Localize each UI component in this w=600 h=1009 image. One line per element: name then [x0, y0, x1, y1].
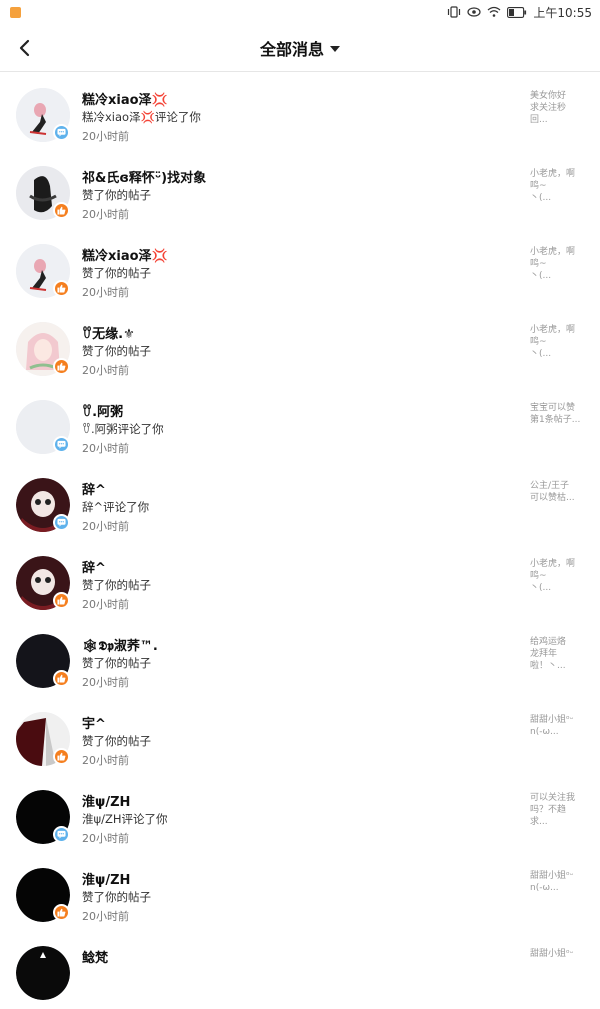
message-item[interactable]: 辞^ 辞^评论了你 20小时前 公主/王子 可以赞枯... [0, 463, 600, 541]
sender-name[interactable]: 🕸𝕯𝖕淑荞™. [82, 635, 158, 654]
post-preview[interactable]: 小老虎，啊 鸣~ 丶(... [530, 246, 586, 284]
post-preview[interactable]: 美女你好 求关注秒 回... [530, 90, 586, 128]
message-action: 赞了你的帖子 [82, 266, 151, 280]
message-action: 糕冷xiao泽💢评论了你 [82, 110, 201, 124]
message-time: 20小时前 [82, 754, 129, 767]
like-badge-icon [53, 904, 70, 921]
message-action: 辞^评论了你 [82, 500, 150, 514]
message-time: 20小时前 [82, 676, 129, 689]
sender-name[interactable]: 糕冷xiao泽💢 [82, 89, 168, 108]
sender-name[interactable]: 鲶梵 [82, 947, 108, 966]
caret-down-icon [330, 45, 340, 52]
message-time: 20小时前 [82, 598, 129, 611]
post-preview[interactable]: 甜甜小姐ᵒᵕ n(-ω... [530, 714, 586, 752]
message-list: 糕冷xiao泽💢 糕冷xiao泽💢评论了你 20小时前 美女你好 求关注秒 回... 祁… [0, 73, 600, 1009]
sender-name[interactable]: ꀎ.阿粥 [82, 401, 123, 420]
notification-app-icon [10, 6, 21, 18]
status-time: 上午10:55 [533, 5, 592, 20]
message-time: 20小时前 [82, 520, 129, 533]
sender-name[interactable]: ꀎ无缘.⚜ [82, 323, 135, 342]
like-badge-icon [53, 748, 70, 765]
post-preview[interactable]: 小老虎，啊 鸣~ 丶(... [530, 168, 586, 206]
message-action: 赞了你的帖子 [82, 578, 151, 592]
message-item[interactable]: 🕸𝕯𝖕淑荞™. 赞了你的帖子 20小时前 给鸡运烙 龙拜年 啦！丶... [0, 619, 600, 697]
post-preview[interactable]: 小老虎，啊 鸣~ 丶(... [530, 324, 586, 362]
message-time: 20小时前 [82, 832, 129, 845]
like-badge-icon [53, 280, 70, 297]
wifi-icon [487, 6, 501, 18]
sender-name[interactable]: 淮ψ/ZH [82, 791, 130, 810]
message-time: 20小时前 [82, 286, 129, 299]
message-item[interactable]: ꀎ.阿粥 ꀎ.阿粥评论了你 20小时前 宝宝可以赞 第1条帖子... [0, 385, 600, 463]
message-action: ꀎ.阿粥评论了你 [82, 422, 164, 436]
message-time: 20小时前 [82, 130, 129, 143]
page-title: 全部消息 [259, 39, 324, 59]
comment-badge-icon [53, 514, 70, 531]
post-preview[interactable]: 公主/王子 可以赞枯... [530, 480, 586, 518]
comment-badge-icon [53, 124, 70, 141]
message-action: 赞了你的帖子 [82, 890, 151, 904]
message-time: 20小时前 [82, 442, 129, 455]
message-time: 20小时前 [82, 910, 129, 923]
message-time: 20小时前 [82, 364, 129, 377]
message-time: 20小时前 [82, 208, 129, 221]
message-item[interactable]: 宇^ 赞了你的帖子 20小时前 甜甜小姐ᵒᵕ n(-ω... [0, 697, 600, 775]
message-action: 淮ψ/ZH评论了你 [82, 812, 168, 826]
sender-name[interactable]: 淮ψ/ZH [82, 869, 130, 888]
sender-name[interactable]: 辞^ [82, 557, 106, 576]
comment-badge-icon [53, 826, 70, 843]
sender-name[interactable]: 辞^ [82, 479, 106, 498]
post-preview[interactable]: 可以关注我 吗？不趋 求... [530, 792, 586, 830]
back-button[interactable] [14, 38, 34, 58]
message-item[interactable]: 祁&氏ɞ释怀ᵕ̈)找对象赞了你的帖子 20小时前 小老虎，啊 鸣~ 丶(... [0, 151, 600, 229]
message-filter-dropdown[interactable]: 全部消息 [260, 36, 340, 60]
back-arrow-icon [19, 39, 30, 57]
comment-badge-icon [53, 436, 70, 453]
post-preview[interactable]: 小老虎，啊 鸣~ 丶(... [530, 558, 586, 596]
message-item[interactable]: 糕冷xiao泽💢 糕冷xiao泽💢评论了你 20小时前 美女你好 求关注秒 回... [0, 73, 600, 151]
header: 全部消息 [0, 24, 600, 72]
sender-name[interactable]: 糕冷xiao泽💢 [82, 245, 168, 264]
post-preview[interactable]: 甜甜小姐ᵒᵕ n(-ω... [530, 870, 586, 908]
message-action: 赞了你的帖子 [82, 188, 151, 202]
status-bar: 上午10:55 [0, 0, 600, 24]
battery-icon [507, 6, 527, 18]
message-item[interactable]: 辞^ 赞了你的帖子 20小时前 小老虎，啊 鸣~ 丶(... [0, 541, 600, 619]
sender-name[interactable]: 宇^ [82, 713, 106, 732]
message-item[interactable]: 糕冷xiao泽💢 赞了你的帖子 20小时前 小老虎，啊 鸣~ 丶(... [0, 229, 600, 307]
message-action: 赞了你的帖子 [82, 656, 151, 670]
like-badge-icon [53, 358, 70, 375]
like-badge-icon [53, 670, 70, 687]
sender-name[interactable]: 祁&氏ɞ释怀ᵕ̈)找对象 [82, 167, 206, 186]
like-badge-icon [53, 202, 70, 219]
message-action: 赞了你的帖子 [82, 344, 151, 358]
message-item[interactable]: ꀎ无缘.⚜ 赞了你的帖子 20小时前 小老虎，啊 鸣~ 丶(... [0, 307, 600, 385]
post-preview[interactable]: 给鸡运烙 龙拜年 啦！丶... [530, 636, 586, 674]
message-item[interactable]: 淮ψ/ZH 淮ψ/ZH评论了你 20小时前 可以关注我 吗？不趋 求... [0, 775, 600, 853]
like-badge-icon [53, 592, 70, 609]
post-preview[interactable]: 宝宝可以赞 第1条帖子... [530, 402, 586, 440]
eye-icon [467, 6, 482, 18]
vibrate-icon [447, 6, 461, 18]
message-item[interactable]: 淮ψ/ZH 赞了你的帖子 20小时前 甜甜小姐ᵒᵕ n(-ω... [0, 853, 600, 931]
message-item[interactable]: 鲶梵 甜甜小姐ᵒᵕ [0, 931, 600, 1009]
message-action: 赞了你的帖子 [82, 734, 151, 748]
avatar[interactable] [16, 946, 70, 1000]
post-preview[interactable]: 甜甜小姐ᵒᵕ [530, 948, 586, 986]
